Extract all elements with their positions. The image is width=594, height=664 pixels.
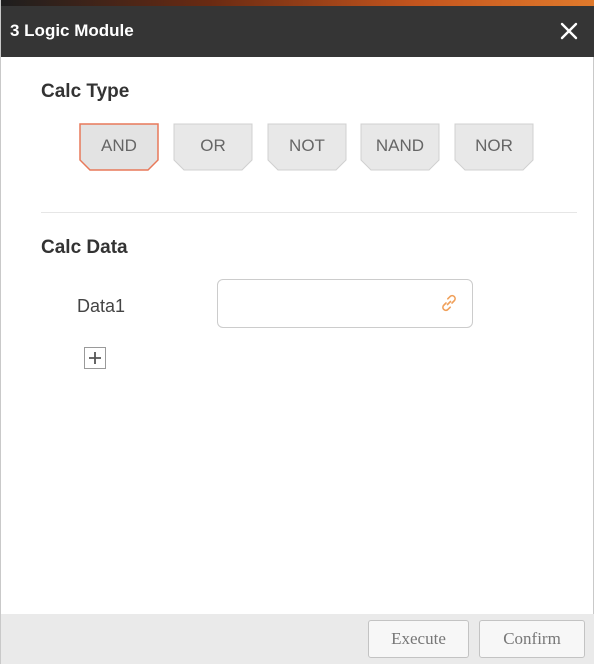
calc-type-or-button[interactable]: OR [173,123,253,171]
dialog-footer: Execute Confirm [1,614,594,664]
dialog-title: 3 Logic Module [10,21,134,40]
calc-type-nand-label: NAND [375,136,425,155]
data1-input[interactable] [228,280,428,327]
calc-type-nor-label: NOR [475,136,513,155]
calc-type-or-label: OR [200,136,226,155]
calc-type-and-button[interactable]: AND [79,123,159,171]
calc-type-nand-button[interactable]: NAND [360,123,440,171]
close-icon [560,22,578,40]
calc-type-and-label: AND [101,136,137,155]
execute-button[interactable]: Execute [368,620,469,658]
plus-icon [89,352,101,364]
dialog-titlebar: 3 Logic Module [1,6,594,57]
data1-field[interactable] [217,279,473,328]
calc-type-heading: Calc Type [41,81,130,102]
data1-label: Data1 [77,296,126,316]
close-button[interactable] [557,18,581,44]
confirm-button[interactable]: Confirm [479,620,585,658]
calc-type-not-label: NOT [289,136,325,155]
section-divider [41,212,577,213]
calc-type-nor-button[interactable]: NOR [454,123,534,171]
link-icon[interactable] [438,292,460,314]
calc-type-not-button[interactable]: NOT [267,123,347,171]
add-data-button[interactable] [84,347,106,369]
calc-data-heading: Calc Data [41,237,128,258]
logic-module-dialog: 3 Logic Module Calc Type AND OR NOT NAND [0,0,594,664]
